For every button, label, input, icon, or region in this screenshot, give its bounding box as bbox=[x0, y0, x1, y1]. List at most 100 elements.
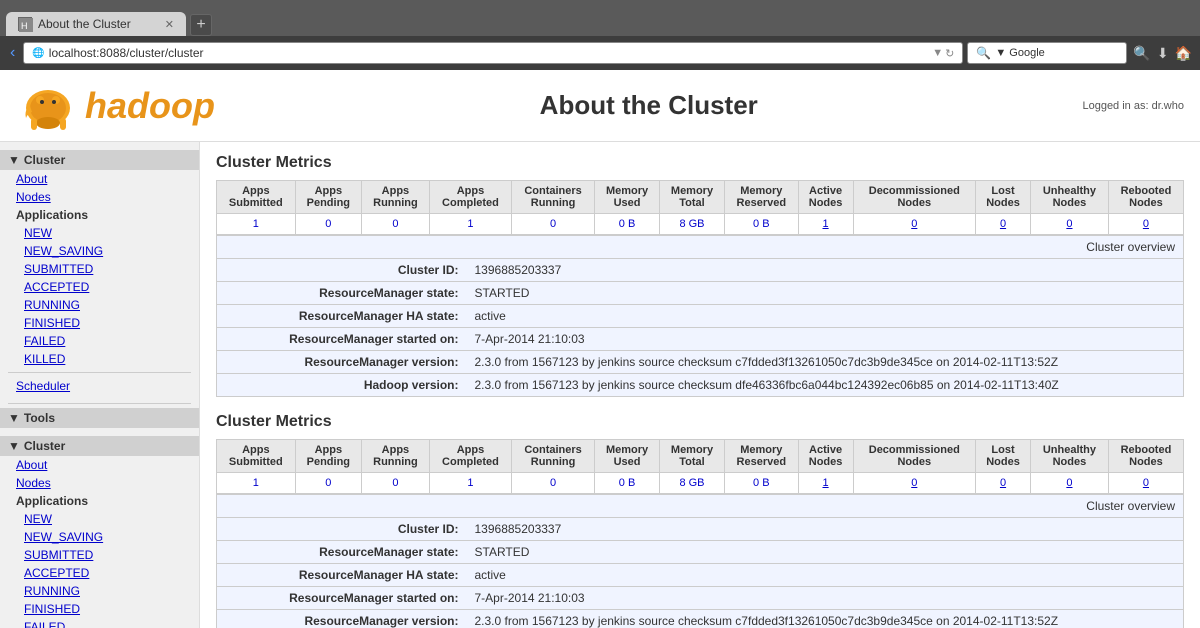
sidebar-cluster-section-2: ▼ Cluster About Nodes Applications NEW N… bbox=[0, 436, 199, 628]
search-engine-icon: 🔍 bbox=[976, 46, 991, 60]
val-memory-used-1: 0 B bbox=[595, 214, 660, 235]
val-rebooted-nodes-2[interactable]: 0 bbox=[1108, 473, 1183, 494]
tab-title: About the Cluster bbox=[38, 17, 131, 31]
val-unhealthy-nodes-1[interactable]: 0 bbox=[1030, 214, 1108, 235]
sidebar-cluster-header-1[interactable]: ▼ Cluster bbox=[0, 150, 199, 170]
rm-version-label-1: ResourceManager version: bbox=[217, 351, 467, 374]
sidebar-item-accepted-1[interactable]: ACCEPTED bbox=[0, 278, 199, 296]
logged-in-info: Logged in as: dr.who bbox=[1082, 100, 1184, 112]
rm-ha-label-2: ResourceManager HA state: bbox=[217, 564, 467, 587]
address-dropdown-btn[interactable]: ▼ bbox=[932, 47, 943, 59]
sidebar-item-nodes-1[interactable]: Nodes bbox=[0, 188, 199, 206]
sidebar-item-submitted-2[interactable]: SUBMITTED bbox=[0, 546, 199, 564]
val-memory-reserved-1: 0 B bbox=[724, 214, 798, 235]
val-containers-running-1: 0 bbox=[512, 214, 595, 235]
rm-version-label-2: ResourceManager version: bbox=[217, 610, 467, 628]
rm-ha-value-1: active bbox=[467, 305, 1184, 328]
col-memory-reserved-1: MemoryReserved bbox=[724, 181, 798, 214]
val-containers-running-2: 0 bbox=[512, 473, 595, 494]
rm-version-value-2: 2.3.0 from 1567123 by jenkins source che… bbox=[467, 610, 1184, 628]
sidebar-item-new-saving-2[interactable]: NEW_SAVING bbox=[0, 528, 199, 546]
val-decommissioned-nodes-2[interactable]: 0 bbox=[853, 473, 976, 494]
tab-close-button[interactable]: ✕ bbox=[165, 18, 174, 31]
hadoop-version-value-1: 2.3.0 from 1567123 by jenkins source che… bbox=[467, 374, 1184, 397]
search-bar[interactable]: 🔍 ▼ Google bbox=[967, 42, 1127, 64]
cluster-overview-header-1: Cluster overview bbox=[217, 236, 1184, 259]
col-memory-used-1: MemoryUsed bbox=[595, 181, 660, 214]
col-apps-running-2: AppsRunning bbox=[362, 440, 430, 473]
address-bar-row: ‹ 🌐 localhost:8088/cluster/cluster ▼ ↻ 🔍… bbox=[0, 36, 1200, 70]
sidebar-item-new-1[interactable]: NEW bbox=[0, 224, 199, 242]
sidebar-item-submitted-1[interactable]: SUBMITTED bbox=[0, 260, 199, 278]
sidebar-cluster-label-1: Cluster bbox=[24, 153, 65, 167]
sidebar-cluster-header-2[interactable]: ▼ Cluster bbox=[0, 436, 199, 456]
sidebar-tools-header[interactable]: ▼ Tools bbox=[0, 408, 199, 428]
sidebar-item-failed-1[interactable]: FAILED bbox=[0, 332, 199, 350]
val-apps-completed-2: 1 bbox=[429, 473, 511, 494]
val-active-nodes-1[interactable]: 1 bbox=[798, 214, 853, 235]
sidebar-item-accepted-2[interactable]: ACCEPTED bbox=[0, 564, 199, 582]
col-rebooted-nodes-1: RebootedNodes bbox=[1108, 181, 1183, 214]
col-apps-running-1: AppsRunning bbox=[362, 181, 430, 214]
col-unhealthy-nodes-1: UnhealthyNodes bbox=[1030, 181, 1108, 214]
sidebar-tools-arrow-icon: ▼ bbox=[8, 411, 20, 425]
sidebar-item-scheduler-1[interactable]: Scheduler bbox=[0, 377, 199, 395]
cluster-metrics-title-2: Cluster Metrics bbox=[216, 413, 1184, 431]
search-icon[interactable]: 🔍 bbox=[1131, 43, 1152, 64]
val-memory-reserved-2: 0 B bbox=[724, 473, 798, 494]
download-icon[interactable]: ⬇ bbox=[1155, 43, 1171, 64]
address-bar[interactable]: 🌐 localhost:8088/cluster/cluster ▼ ↻ bbox=[23, 42, 963, 64]
browser-icons: 🔍 ⬇ 🏠 bbox=[1131, 43, 1194, 64]
sidebar-cluster-section-1: ▼ Cluster About Nodes Applications NEW N… bbox=[0, 150, 199, 395]
sidebar-tools-section: ▼ Tools bbox=[0, 408, 199, 428]
sidebar-item-new-2[interactable]: NEW bbox=[0, 510, 199, 528]
sidebar-item-new-saving-1[interactable]: NEW_SAVING bbox=[0, 242, 199, 260]
cluster-metrics-title-1: Cluster Metrics bbox=[216, 154, 1184, 172]
col-containers-running-2: ContainersRunning bbox=[512, 440, 595, 473]
col-memory-total-1: MemoryTotal bbox=[660, 181, 725, 214]
val-lost-nodes-1[interactable]: 0 bbox=[976, 214, 1031, 235]
sidebar-arrow-icon-1: ▼ bbox=[8, 153, 20, 167]
sidebar-tools-divider bbox=[8, 403, 191, 404]
val-unhealthy-nodes-2[interactable]: 0 bbox=[1030, 473, 1108, 494]
svg-text:H: H bbox=[21, 21, 28, 31]
val-decommissioned-nodes-1[interactable]: 0 bbox=[853, 214, 976, 235]
sidebar-item-finished-2[interactable]: FINISHED bbox=[0, 600, 199, 618]
rm-state-label-2: ResourceManager state: bbox=[217, 541, 467, 564]
val-apps-completed-1: 1 bbox=[429, 214, 511, 235]
back-button[interactable]: ‹ bbox=[6, 42, 19, 64]
val-apps-running-1: 0 bbox=[362, 214, 430, 235]
sidebar-item-about-1[interactable]: About bbox=[0, 170, 199, 188]
val-lost-nodes-2[interactable]: 0 bbox=[976, 473, 1031, 494]
val-apps-pending-1: 0 bbox=[295, 214, 361, 235]
sidebar-item-finished-1[interactable]: FINISHED bbox=[0, 314, 199, 332]
sidebar-item-running-2[interactable]: RUNNING bbox=[0, 582, 199, 600]
page-title: About the Cluster bbox=[540, 90, 758, 121]
address-controls: ▼ ↻ bbox=[932, 47, 954, 60]
col-apps-submitted-1: AppsSubmitted bbox=[217, 181, 296, 214]
val-active-nodes-2[interactable]: 1 bbox=[798, 473, 853, 494]
info-table-2: Cluster overview Cluster ID: 13968852033… bbox=[216, 494, 1184, 628]
home-icon[interactable]: 🏠 bbox=[1173, 43, 1194, 64]
col-decommissioned-nodes-1: DecommissionedNodes bbox=[853, 181, 976, 214]
col-rebooted-nodes-2: RebootedNodes bbox=[1108, 440, 1183, 473]
val-apps-submitted-1: 1 bbox=[217, 214, 296, 235]
address-refresh-btn[interactable]: ↻ bbox=[945, 47, 954, 60]
val-memory-used-2: 0 B bbox=[595, 473, 660, 494]
tab-favicon: H bbox=[18, 17, 32, 31]
val-memory-total-2: 8 GB bbox=[660, 473, 725, 494]
sidebar-item-killed-1[interactable]: KILLED bbox=[0, 350, 199, 368]
col-apps-completed-2: AppsCompleted bbox=[429, 440, 511, 473]
sidebar-item-running-1[interactable]: RUNNING bbox=[0, 296, 199, 314]
info-table-1: Cluster overview Cluster ID: 13968852033… bbox=[216, 235, 1184, 397]
cluster-metrics-block-2: Cluster Metrics AppsSubmitted AppsPendin… bbox=[216, 413, 1184, 628]
sidebar-item-failed-2[interactable]: FAILED bbox=[0, 618, 199, 628]
hadoop-elephant-icon bbox=[16, 78, 81, 133]
sidebar-divider-1 bbox=[8, 372, 191, 373]
active-tab[interactable]: H About the Cluster ✕ bbox=[6, 12, 186, 36]
new-tab-button[interactable]: + bbox=[190, 14, 212, 36]
sidebar-item-about-2[interactable]: About bbox=[0, 456, 199, 474]
sidebar-item-nodes-2[interactable]: Nodes bbox=[0, 474, 199, 492]
val-rebooted-nodes-1[interactable]: 0 bbox=[1108, 214, 1183, 235]
sidebar: ▼ Cluster About Nodes Applications NEW N… bbox=[0, 142, 200, 628]
